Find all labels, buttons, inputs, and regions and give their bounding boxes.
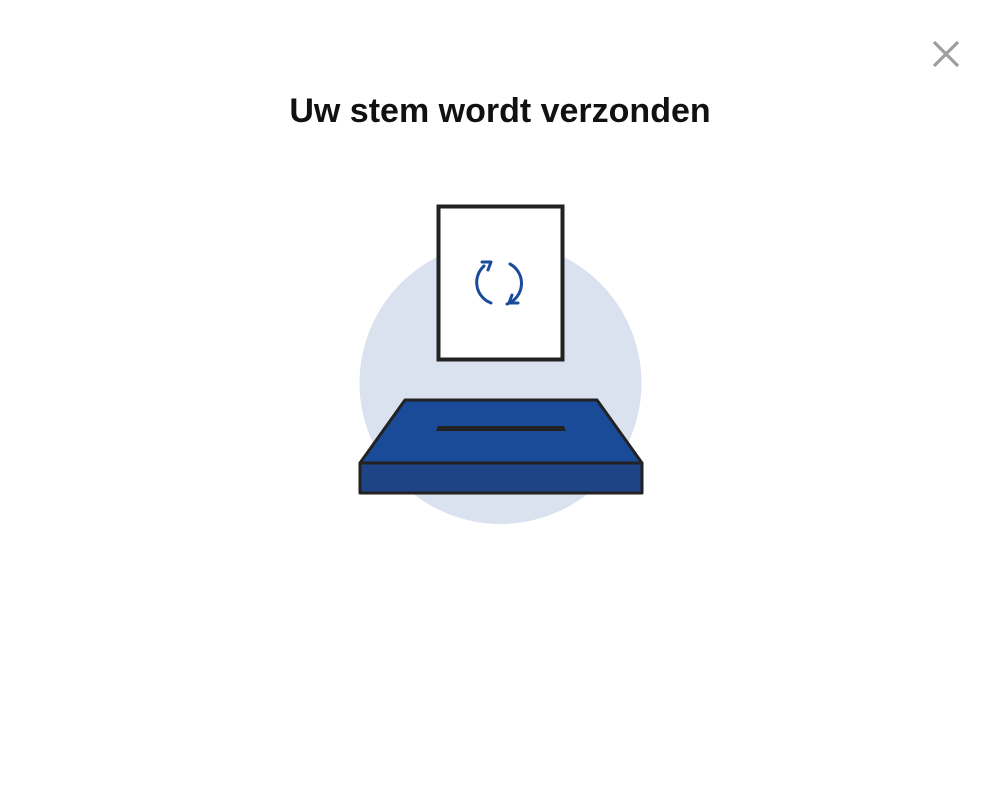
ballot-box-icon xyxy=(358,398,644,495)
ballot-illustration xyxy=(358,204,644,524)
ballot-paper-icon xyxy=(436,204,565,362)
ballot-slot xyxy=(436,426,566,431)
